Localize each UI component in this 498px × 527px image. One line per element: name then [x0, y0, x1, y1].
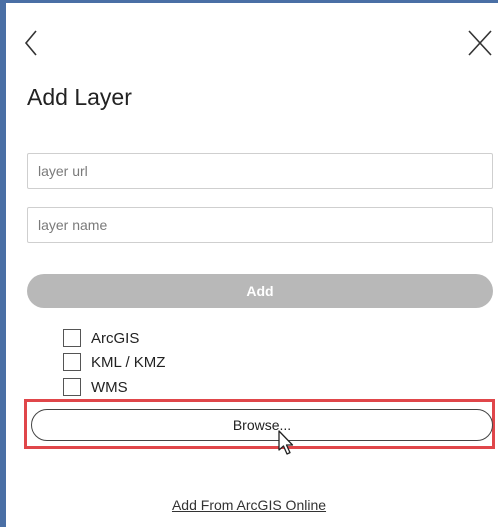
layer-type-arcgis[interactable]: ArcGIS: [63, 327, 139, 349]
checkbox-label: WMS: [91, 378, 128, 396]
layer-type-wms[interactable]: WMS: [63, 376, 128, 398]
checkbox[interactable]: [63, 329, 81, 347]
checkbox-label: KML / KMZ: [91, 353, 166, 371]
close-icon: [468, 30, 492, 56]
checkbox[interactable]: [63, 378, 81, 396]
layer-name-input[interactable]: [27, 207, 493, 243]
layer-type-kml-kmz[interactable]: KML / KMZ: [63, 351, 165, 373]
chevron-left-icon: [24, 30, 37, 56]
page-title: Add Layer: [27, 84, 132, 110]
add-button[interactable]: Add: [27, 274, 493, 308]
back-button[interactable]: [22, 25, 44, 61]
add-from-arcgis-online-link[interactable]: Add From ArcGIS Online: [0, 497, 498, 513]
checkbox[interactable]: [63, 353, 81, 371]
mouse-pointer-icon: [278, 430, 294, 455]
browse-button[interactable]: Browse...: [31, 409, 493, 441]
layer-url-input[interactable]: [27, 153, 493, 189]
checkbox-label: ArcGIS: [91, 329, 140, 347]
close-button[interactable]: [464, 25, 496, 61]
